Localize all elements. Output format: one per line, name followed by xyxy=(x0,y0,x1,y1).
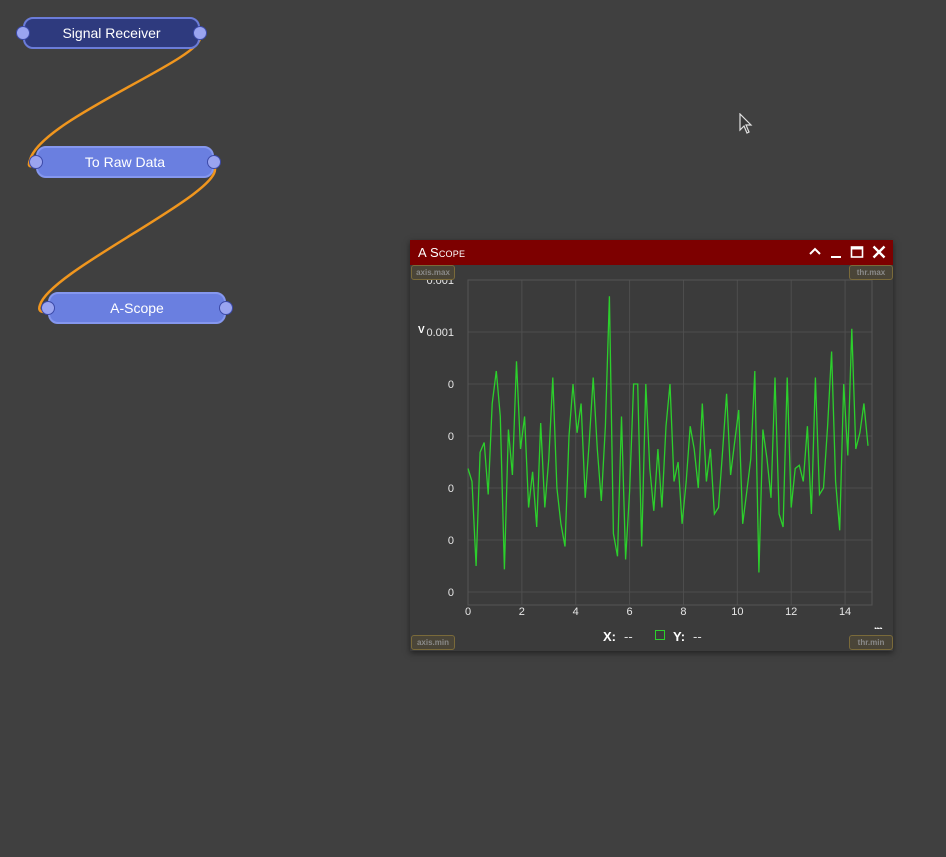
window-title: A Scope xyxy=(418,245,466,260)
x-readout-label: X: xyxy=(603,629,616,644)
series-color-swatch[interactable] xyxy=(655,630,665,640)
y-tick-label: 0 xyxy=(448,535,454,547)
y-tick-label: 0 xyxy=(448,587,454,599)
y-tick-label: 0.001 xyxy=(426,327,454,339)
y-axis-unit: V xyxy=(418,325,425,336)
maximize-icon[interactable] xyxy=(848,243,866,261)
plot-frame xyxy=(467,279,873,606)
input-port[interactable] xyxy=(16,26,30,40)
plot-grid xyxy=(467,279,873,606)
x-tick-label: 4 xyxy=(573,606,579,618)
node-a-scope[interactable]: A-Scope xyxy=(41,292,233,324)
node-graph-canvas[interactable]: Signal Receiver To Raw Data A-Scope A Sc… xyxy=(0,0,946,857)
input-port[interactable] xyxy=(29,155,43,169)
x-tick-label: 12 xyxy=(785,606,797,618)
scope-plot[interactable]: 0.0010.00100000 02468101214 V m xyxy=(410,265,893,629)
close-icon[interactable] xyxy=(870,243,888,261)
y-tick-label: 0 xyxy=(448,431,454,443)
axis-max-button[interactable]: axis.max xyxy=(411,265,455,280)
window-title-bar[interactable]: A Scope xyxy=(410,240,893,265)
x-axis-ticks: 0 2 4 6 8 10 12 14 xyxy=(465,606,851,618)
collapse-icon[interactable] xyxy=(806,243,824,261)
cursor-readout: X: -- Y: -- xyxy=(410,629,893,647)
minimize-icon[interactable] xyxy=(827,243,845,261)
node-label: A-Scope xyxy=(110,300,164,316)
y-tick-label: 0 xyxy=(448,379,454,391)
x-tick-label: 6 xyxy=(627,606,633,618)
y-readout-label: Y: xyxy=(673,629,686,644)
signal-trace xyxy=(467,296,869,573)
output-port[interactable] xyxy=(207,155,221,169)
thr-max-button[interactable]: thr.max xyxy=(849,265,893,280)
x-tick-label: 14 xyxy=(839,606,851,618)
mouse-pointer-icon xyxy=(739,113,753,134)
input-port[interactable] xyxy=(41,301,55,315)
node-label: Signal Receiver xyxy=(62,25,161,41)
x-tick-label: 0 xyxy=(465,606,471,618)
a-scope-window[interactable]: A Scope 0.0010.00100000 02468101214 V m xyxy=(410,240,893,651)
y-tick-label: 0 xyxy=(448,483,454,495)
x-tick-label: 10 xyxy=(731,606,743,618)
wire-raw-to-scope[interactable] xyxy=(38,165,217,314)
output-port[interactable] xyxy=(193,26,207,40)
x-readout-value: -- xyxy=(624,629,633,644)
y-readout-value: -- xyxy=(693,629,702,644)
output-port[interactable] xyxy=(219,301,233,315)
x-tick-label: 8 xyxy=(680,606,686,618)
node-label: To Raw Data xyxy=(84,154,166,170)
node-signal-receiver[interactable]: Signal Receiver xyxy=(16,17,207,49)
y-axis-ticks: 0.0010.00100000 xyxy=(426,275,454,599)
node-to-raw-data[interactable]: To Raw Data xyxy=(29,146,221,178)
x-tick-label: 2 xyxy=(519,606,525,618)
